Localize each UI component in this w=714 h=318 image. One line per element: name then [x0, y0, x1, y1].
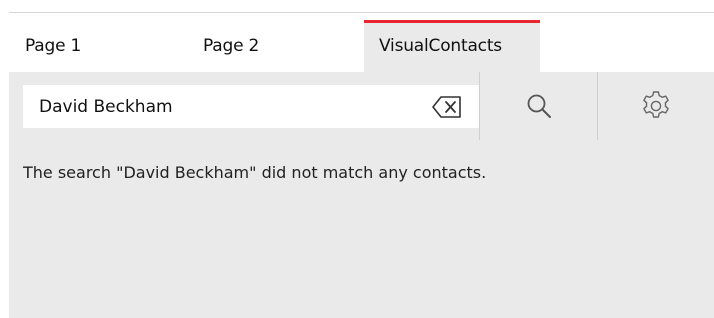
visualcontacts-panel: The search "David Beckham" did not match… — [9, 72, 714, 318]
tab-bar: Page 1 Page 2 VisualContacts — [9, 20, 714, 72]
search-button[interactable] — [480, 72, 597, 140]
tab-label: Page 2 — [203, 36, 260, 56]
tab-page-1[interactable]: Page 1 — [25, 20, 81, 72]
top-divider — [9, 12, 714, 13]
search-input[interactable] — [23, 85, 419, 128]
no-results-message: The search "David Beckham" did not match… — [23, 163, 487, 182]
settings-button[interactable] — [598, 72, 714, 140]
backspace-clear-icon — [432, 95, 461, 118]
tab-label: Page 1 — [25, 36, 82, 56]
search-box — [23, 85, 479, 128]
tab-page-2[interactable]: Page 2 — [203, 20, 259, 72]
gear-icon — [643, 91, 669, 118]
tab-visualcontacts[interactable]: VisualContacts — [364, 20, 540, 72]
magnifier-icon — [527, 94, 551, 118]
tab-label: VisualContacts — [379, 36, 502, 56]
clear-search-button[interactable] — [427, 92, 467, 121]
